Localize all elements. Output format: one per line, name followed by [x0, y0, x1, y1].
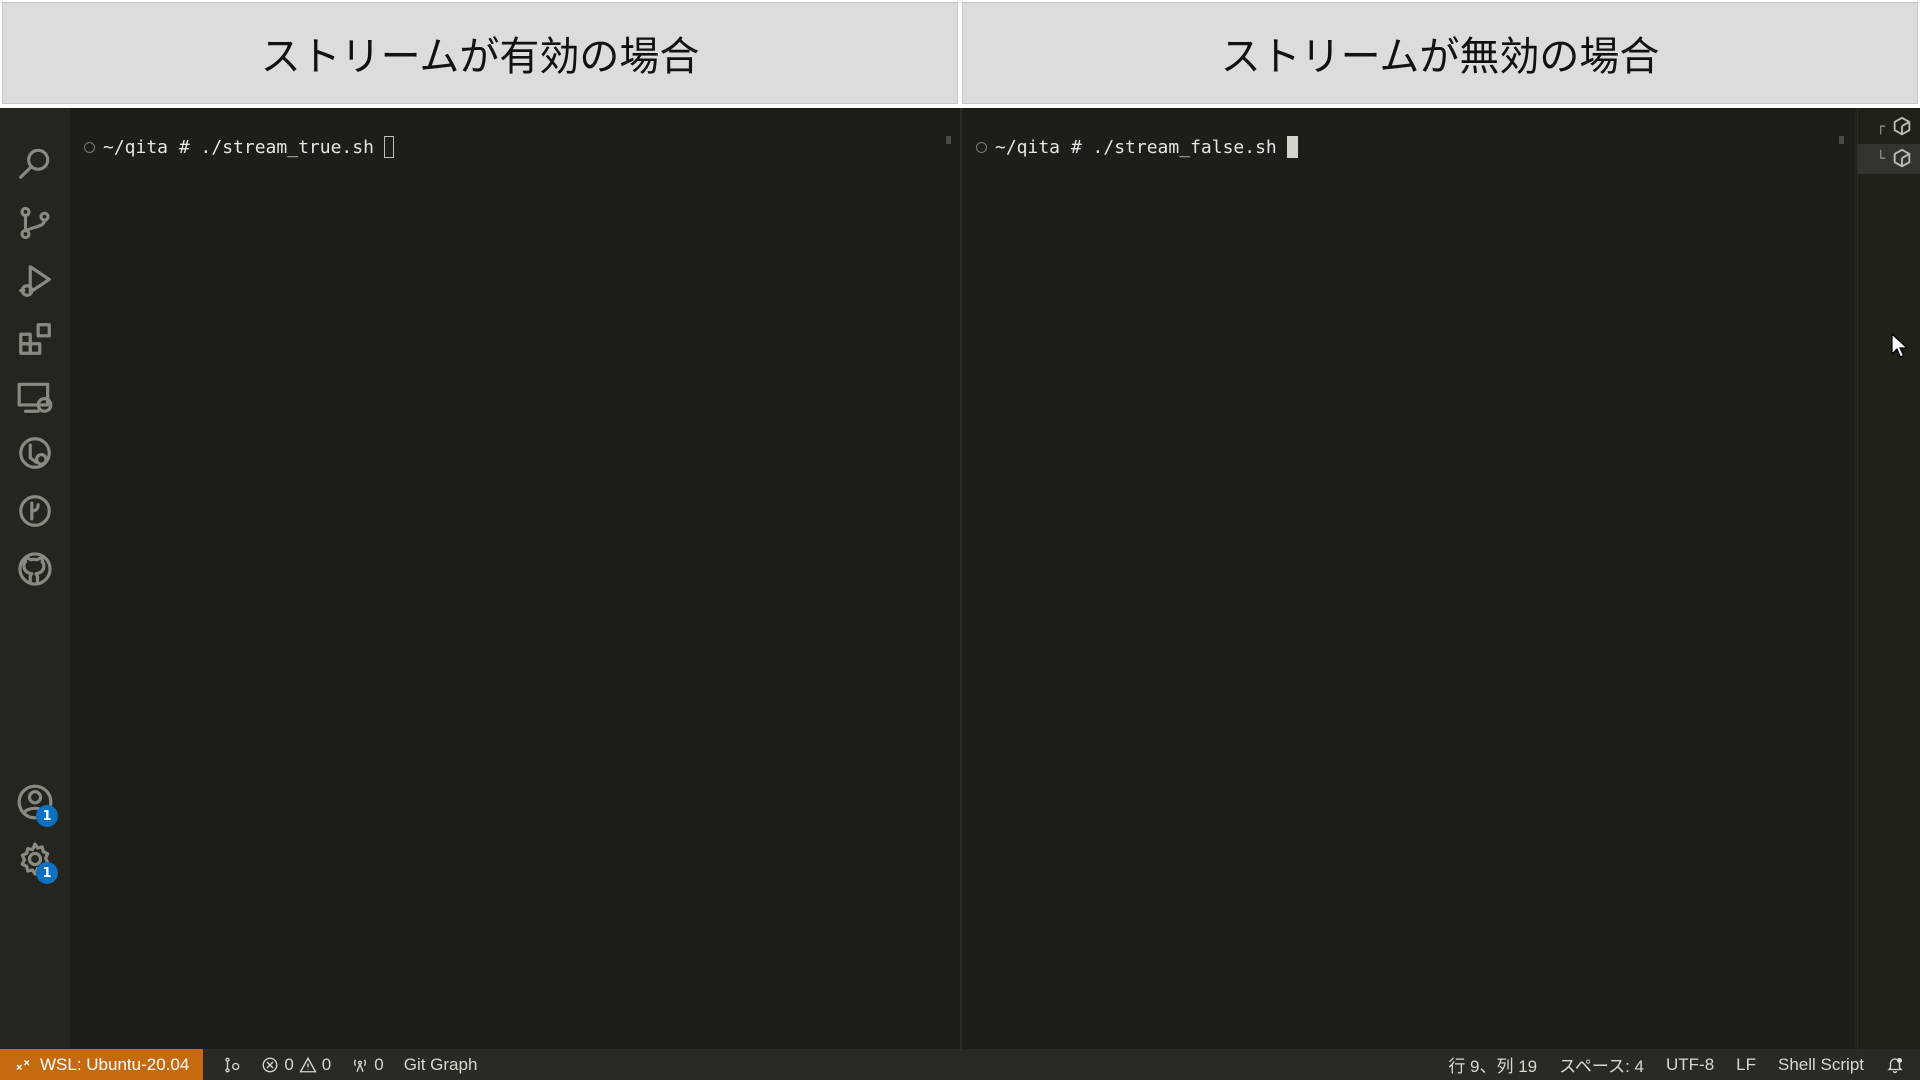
banner-stream-enabled: ストリームが有効の場合: [2, 2, 958, 104]
notifications-item[interactable]: [1886, 1056, 1904, 1074]
terminal-tab-icon: [1893, 116, 1911, 136]
encoding-item[interactable]: UTF-8: [1666, 1055, 1714, 1075]
bell-icon: [1887, 1057, 1903, 1073]
terminal-left-line: ~/qita # ./stream_true.sh: [84, 136, 394, 158]
tab-group-corner: ┌: [1876, 119, 1885, 135]
mouse-pointer-icon: [1891, 332, 1909, 358]
remote-label: WSL: Ubuntu-20.04: [40, 1054, 190, 1074]
settings-badge: 1: [36, 862, 58, 884]
warnings-count: 0: [321, 1054, 332, 1074]
errors-count: 0: [284, 1054, 294, 1074]
terminal-left-scroll-marker: [946, 136, 951, 144]
branch-sync-icon: [225, 1057, 240, 1072]
language-mode-item[interactable]: Shell Script: [1778, 1055, 1864, 1075]
spaces-label: スペース: 4: [1559, 1057, 1644, 1076]
git-graph-icon[interactable]: [10, 486, 60, 536]
terminal-tab-2[interactable]: └: [1858, 144, 1920, 174]
remote-icon: [16, 1059, 30, 1070]
status-bar: WSL: Ubuntu-20.04 0 0 0 Git Graph 行 9、列 …: [0, 1049, 1920, 1080]
terminal-cursor-active: [1286, 136, 1298, 158]
problems-item[interactable]: 0 0: [261, 1055, 331, 1075]
line-col-label: 行 9、列 19: [1448, 1057, 1538, 1076]
ports-count: 0: [374, 1054, 384, 1074]
eol-item[interactable]: LF: [1736, 1055, 1756, 1075]
gear-icon[interactable]: 1: [10, 834, 60, 884]
run-debug-icon[interactable]: [10, 256, 60, 306]
cursor-position-item[interactable]: 行 9、列 19: [1448, 1052, 1537, 1077]
timeline-icon[interactable]: [10, 428, 60, 478]
ports-antenna-icon: [354, 1058, 367, 1072]
remote-explorer-icon[interactable]: [10, 372, 60, 422]
github-icon[interactable]: [10, 544, 60, 594]
status-right: 行 9、列 19 スペース: 4 UTF-8 LF Shell Script: [1426, 1052, 1920, 1077]
terminal-tabs-list: ┌ └: [1857, 108, 1920, 1049]
remote-indicator[interactable]: WSL: Ubuntu-20.04: [0, 1049, 204, 1080]
git-graph-item[interactable]: Git Graph: [404, 1055, 478, 1075]
terminal-tab-1[interactable]: ┌: [1858, 112, 1920, 142]
ports-item[interactable]: 0: [351, 1054, 384, 1075]
tab-group-corner: └: [1876, 151, 1885, 167]
terminal-right-prompt: ~/qita # ./stream_false.sh: [995, 136, 1277, 158]
encoding-label: UTF-8: [1666, 1054, 1715, 1074]
warning-icon: [299, 1056, 317, 1072]
terminal-left[interactable]: ~/qita # ./stream_true.sh: [70, 108, 960, 1049]
terminal-left-prompt: ~/qita # ./stream_true.sh: [103, 136, 374, 158]
command-decoration-icon: [976, 141, 987, 153]
eol-label: LF: [1736, 1054, 1757, 1074]
accounts-badge: 1: [36, 805, 58, 827]
git-graph-label: Git Graph: [403, 1054, 478, 1074]
account-icon[interactable]: 1: [10, 777, 60, 827]
terminal-tab-icon: [1893, 148, 1911, 168]
language-label: Shell Script: [1778, 1054, 1864, 1074]
search-icon[interactable]: [10, 138, 60, 188]
terminal-cursor-inactive: [383, 136, 394, 158]
terminal-right-line: ~/qita # ./stream_false.sh: [976, 136, 1298, 158]
activity-bar: 1 1: [0, 108, 70, 1049]
banner-stream-disabled: ストリームが無効の場合: [962, 2, 1918, 104]
command-decoration-icon: [84, 141, 95, 153]
error-icon: [262, 1057, 278, 1072]
terminal-right-scroll-marker: [1839, 136, 1844, 144]
source-control-icon[interactable]: [10, 198, 60, 248]
title-banners: ストリームが有効の場合 ストリームが無効の場合: [0, 0, 1920, 108]
workbench: 1 1 ~/qita # ./stream_true.sh ~/qita # .…: [0, 108, 1920, 1049]
indentation-item[interactable]: スペース: 4: [1559, 1052, 1644, 1077]
extensions-icon[interactable]: [10, 314, 60, 364]
git-fetch-item[interactable]: [223, 1056, 241, 1074]
terminal-right[interactable]: ~/qita # ./stream_false.sh: [962, 108, 1855, 1049]
